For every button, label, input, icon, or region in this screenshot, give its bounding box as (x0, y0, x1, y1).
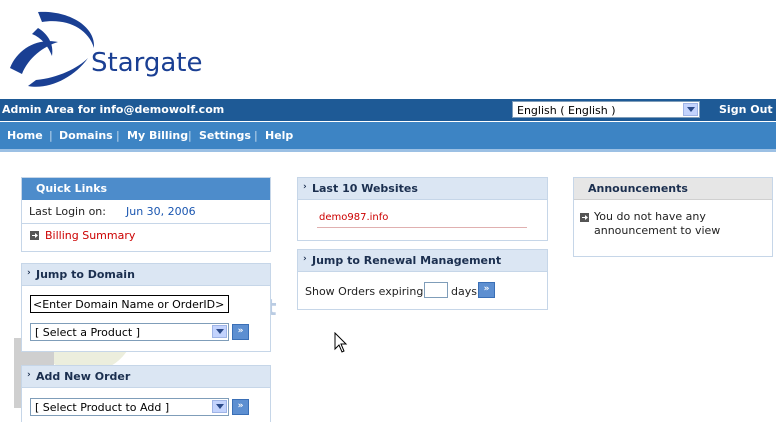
quick-links-header: Quick Links (22, 178, 270, 200)
last-websites-title: Last 10 Websites (312, 182, 418, 195)
renewal-label-after: days (451, 285, 477, 298)
add-order-go-button[interactable]: » (232, 399, 249, 415)
main-nav: Home | Domains | My Billing | Settings |… (0, 122, 776, 152)
announcements-panel: Announcements You do not have any announ… (573, 177, 773, 257)
renewal-title: Jump to Renewal Management (312, 254, 502, 267)
website-link[interactable]: demo987.info (319, 212, 388, 223)
brand-name: Stargate (91, 48, 203, 78)
jump-to-domain-header: › Jump to Domain (22, 264, 270, 286)
announcements-title: Announcements (588, 182, 688, 195)
jump-to-domain-panel: › Jump to Domain <Enter Domain Name or O… (21, 263, 271, 352)
chevron-down-icon[interactable] (683, 103, 698, 116)
renewal-header: › Jump to Renewal Management (298, 250, 547, 272)
add-new-order-header: › Add New Order (22, 366, 270, 388)
renewal-panel: › Jump to Renewal Management Show Orders… (297, 249, 548, 310)
select-product-dropdown[interactable]: [ Select a Product ] (30, 323, 229, 341)
chevron-down-icon[interactable] (212, 400, 227, 413)
sign-out-link[interactable]: Sign Out (719, 103, 773, 116)
announcements-header: Announcements (574, 178, 772, 200)
chevron-right-icon: › (27, 370, 31, 380)
quick-links-panel: Quick Links Last Login on: Jun 30, 2006 … (21, 177, 271, 252)
nav-domains[interactable]: Domains (59, 129, 113, 142)
select-product-to-add-dropdown[interactable]: [ Select Product to Add ] (30, 398, 229, 416)
select-product-to-add-value: [ Select Product to Add ] (35, 401, 170, 414)
chevron-right-icon: › (303, 182, 307, 192)
nav-settings[interactable]: Settings (199, 129, 251, 142)
mouse-cursor-icon (334, 331, 348, 357)
nav-home[interactable]: Home (7, 129, 43, 142)
chevron-down-icon[interactable] (212, 325, 227, 338)
last-websites-panel: › Last 10 Websites demo987.info (297, 177, 548, 241)
quick-links-title: Quick Links (36, 182, 108, 195)
website-divider (317, 227, 527, 228)
nav-separator: | (188, 129, 192, 142)
announcement-message: You do not have any announcement to view (594, 210, 721, 237)
jump-to-domain-title: Jump to Domain (36, 268, 135, 281)
add-new-order-panel: › Add New Order [ Select Product to Add … (21, 365, 271, 422)
last-websites-header: › Last 10 Websites (298, 178, 547, 200)
renewal-label-before: Show Orders expiring in (305, 285, 437, 298)
nav-my-billing[interactable]: My Billing (127, 129, 188, 142)
last-login-date: Jun 30, 2006 (126, 205, 196, 218)
language-select[interactable]: English ( English ) (512, 101, 700, 118)
admin-area-text: Admin Area for info@demowolf.com (2, 103, 225, 116)
billing-summary-link[interactable]: Billing Summary (45, 229, 135, 242)
add-new-order-title: Add New Order (36, 370, 131, 383)
arrow-bullet-icon (580, 213, 589, 222)
nav-help[interactable]: Help (265, 129, 293, 142)
jump-domain-go-button[interactable]: » (232, 324, 249, 340)
domain-input-value: <Enter Domain Name or OrderID> (33, 298, 225, 311)
last-login-label: Last Login on: (29, 205, 106, 218)
chevron-right-icon: › (27, 268, 31, 278)
nav-separator: | (116, 129, 120, 142)
nav-separator: | (49, 129, 53, 142)
domain-orderid-input[interactable]: <Enter Domain Name or OrderID> (30, 295, 229, 313)
nav-separator: | (254, 129, 258, 142)
days-input[interactable] (424, 282, 448, 298)
logo-swoosh-icon (10, 11, 95, 87)
last-login-row: Last Login on: Jun 30, 2006 (22, 200, 270, 224)
chevron-right-icon: › (303, 254, 307, 264)
arrow-bullet-icon (30, 231, 39, 240)
top-bar: Admin Area for info@demowolf.com English… (0, 99, 776, 121)
select-product-value: [ Select a Product ] (35, 326, 141, 339)
renewal-go-button[interactable]: » (478, 282, 495, 298)
language-value: English ( English ) (517, 104, 616, 117)
